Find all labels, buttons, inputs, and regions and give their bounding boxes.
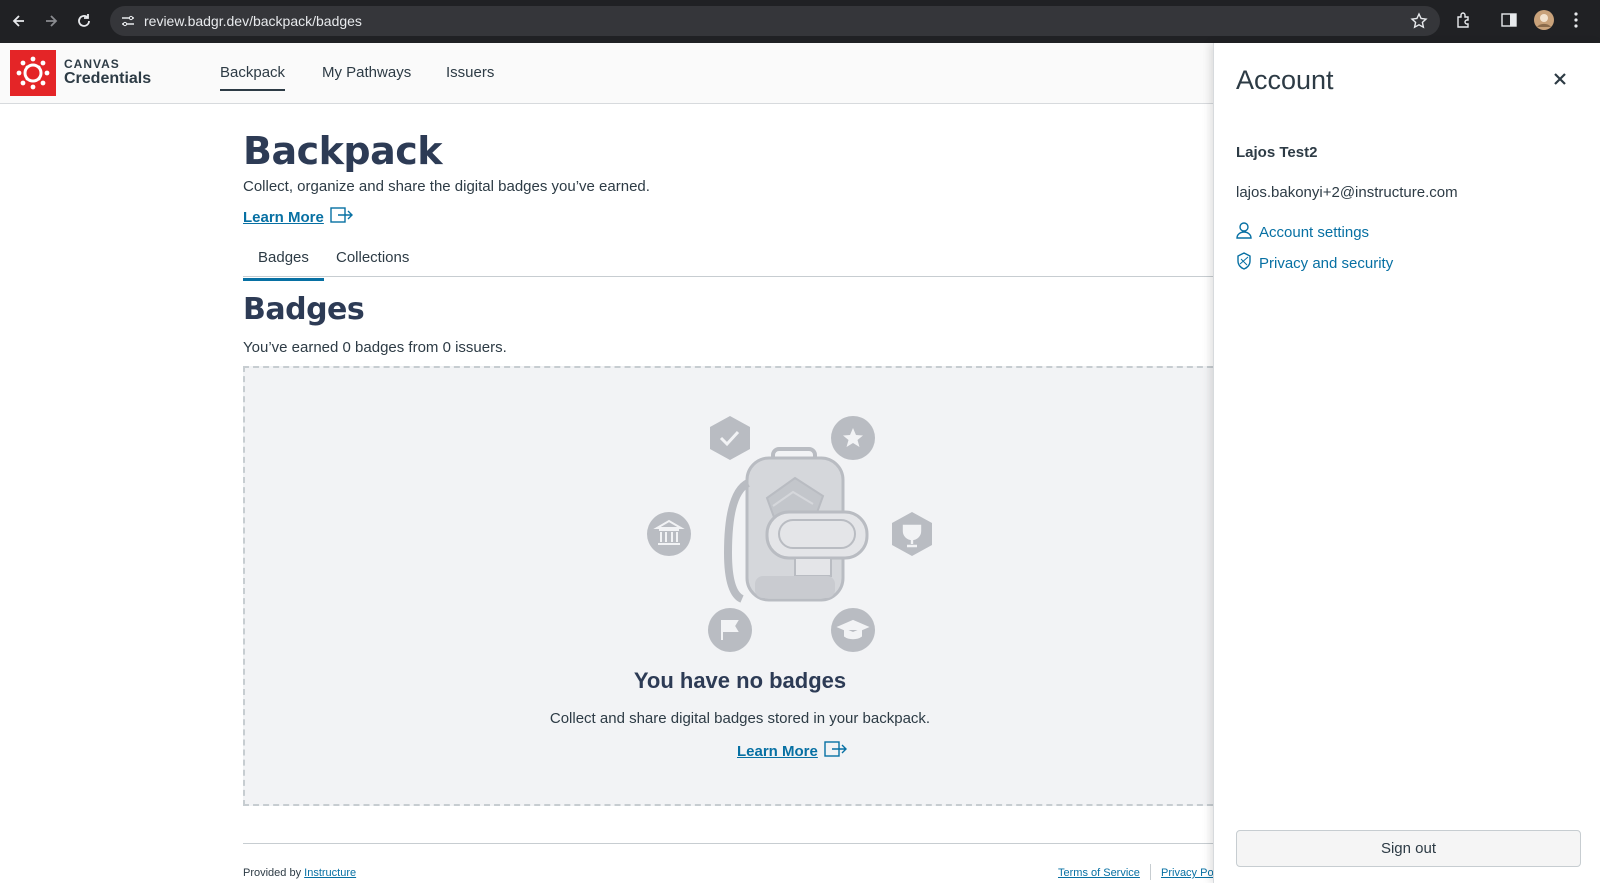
section-title: Badges (243, 292, 365, 327)
site-settings-icon[interactable] (120, 13, 136, 34)
empty-backpack-illustration (647, 416, 932, 652)
close-icon[interactable] (1550, 69, 1570, 89)
page-subtitle: Collect, organize and share the digital … (243, 178, 650, 195)
footer-separator (1150, 864, 1151, 880)
terms-of-service-link[interactable]: Terms of Service (1058, 867, 1140, 879)
nav-my-pathways[interactable]: My Pathways (322, 64, 411, 81)
external-link-icon (824, 740, 848, 762)
external-link-icon (330, 206, 354, 228)
empty-state-panel: You have no badges Collect and share dig… (243, 366, 1223, 806)
empty-state-title: You have no badges (633, 668, 847, 693)
nav-issuers[interactable]: Issuers (446, 64, 494, 81)
reload-icon[interactable] (73, 10, 95, 32)
sign-out-button[interactable]: Sign out (1236, 830, 1581, 867)
user-email: lajos.bakonyi+2@instructure.com (1236, 184, 1458, 201)
forward-arrow-icon[interactable] (40, 10, 62, 32)
address-bar[interactable]: review.badgr.dev/backpack/badges (110, 6, 1440, 36)
privacy-policy-link[interactable]: Privacy Po (1161, 867, 1214, 879)
more-menu-icon[interactable] (1573, 11, 1579, 34)
learn-more-label: Learn More (243, 208, 324, 226)
canvas-logo-icon[interactable] (10, 50, 56, 96)
account-settings-label: Account settings (1259, 223, 1370, 241)
brand-name-top: CANVAS (64, 57, 120, 71)
page-title: Backpack (243, 129, 443, 173)
empty-state-subtitle: Collect and share digital badges stored … (549, 710, 931, 727)
badge-count-text: You’ve earned 0 badges from 0 issuers. (243, 339, 507, 356)
empty-learn-more-label: Learn More (737, 742, 818, 760)
privacy-security-label: Privacy and security (1259, 254, 1394, 272)
side-panel-icon[interactable] (1500, 11, 1518, 34)
nav-backpack[interactable]: Backpack (220, 64, 286, 91)
footer-provided-by: Provided by Instructure (243, 867, 356, 879)
user-icon (1236, 221, 1252, 243)
footer-divider (243, 843, 1213, 844)
account-settings-link[interactable]: Account settings (1236, 221, 1369, 243)
brand-name-bottom: Credentials (64, 70, 152, 87)
tab-collections[interactable]: Collections (336, 249, 409, 266)
provided-by-label: Provided by (243, 867, 302, 879)
learn-more-link[interactable]: Learn More (243, 206, 354, 228)
tray-title: Account (1236, 65, 1334, 95)
browser-toolbar: review.badgr.dev/backpack/badges (0, 0, 1600, 43)
tab-badges[interactable]: Badges (243, 249, 324, 281)
profile-avatar[interactable] (1533, 9, 1555, 36)
user-name: Lajos Test2 (1236, 144, 1318, 161)
bookmark-star-icon[interactable] (1410, 12, 1428, 35)
backpack-tabs: Badges Collections (243, 239, 1213, 281)
extensions-icon[interactable] (1455, 11, 1473, 34)
account-tray: Account Lajos Test2 lajos.bakonyi+2@inst… (1213, 43, 1600, 883)
privacy-security-link[interactable]: Privacy and security (1236, 252, 1393, 274)
shield-icon (1236, 252, 1252, 274)
back-arrow-icon[interactable] (8, 10, 30, 32)
url-text: review.badgr.dev/backpack/badges (144, 13, 362, 29)
empty-learn-more-link[interactable]: Learn More (737, 740, 848, 762)
instructure-link[interactable]: Instructure (304, 867, 356, 879)
